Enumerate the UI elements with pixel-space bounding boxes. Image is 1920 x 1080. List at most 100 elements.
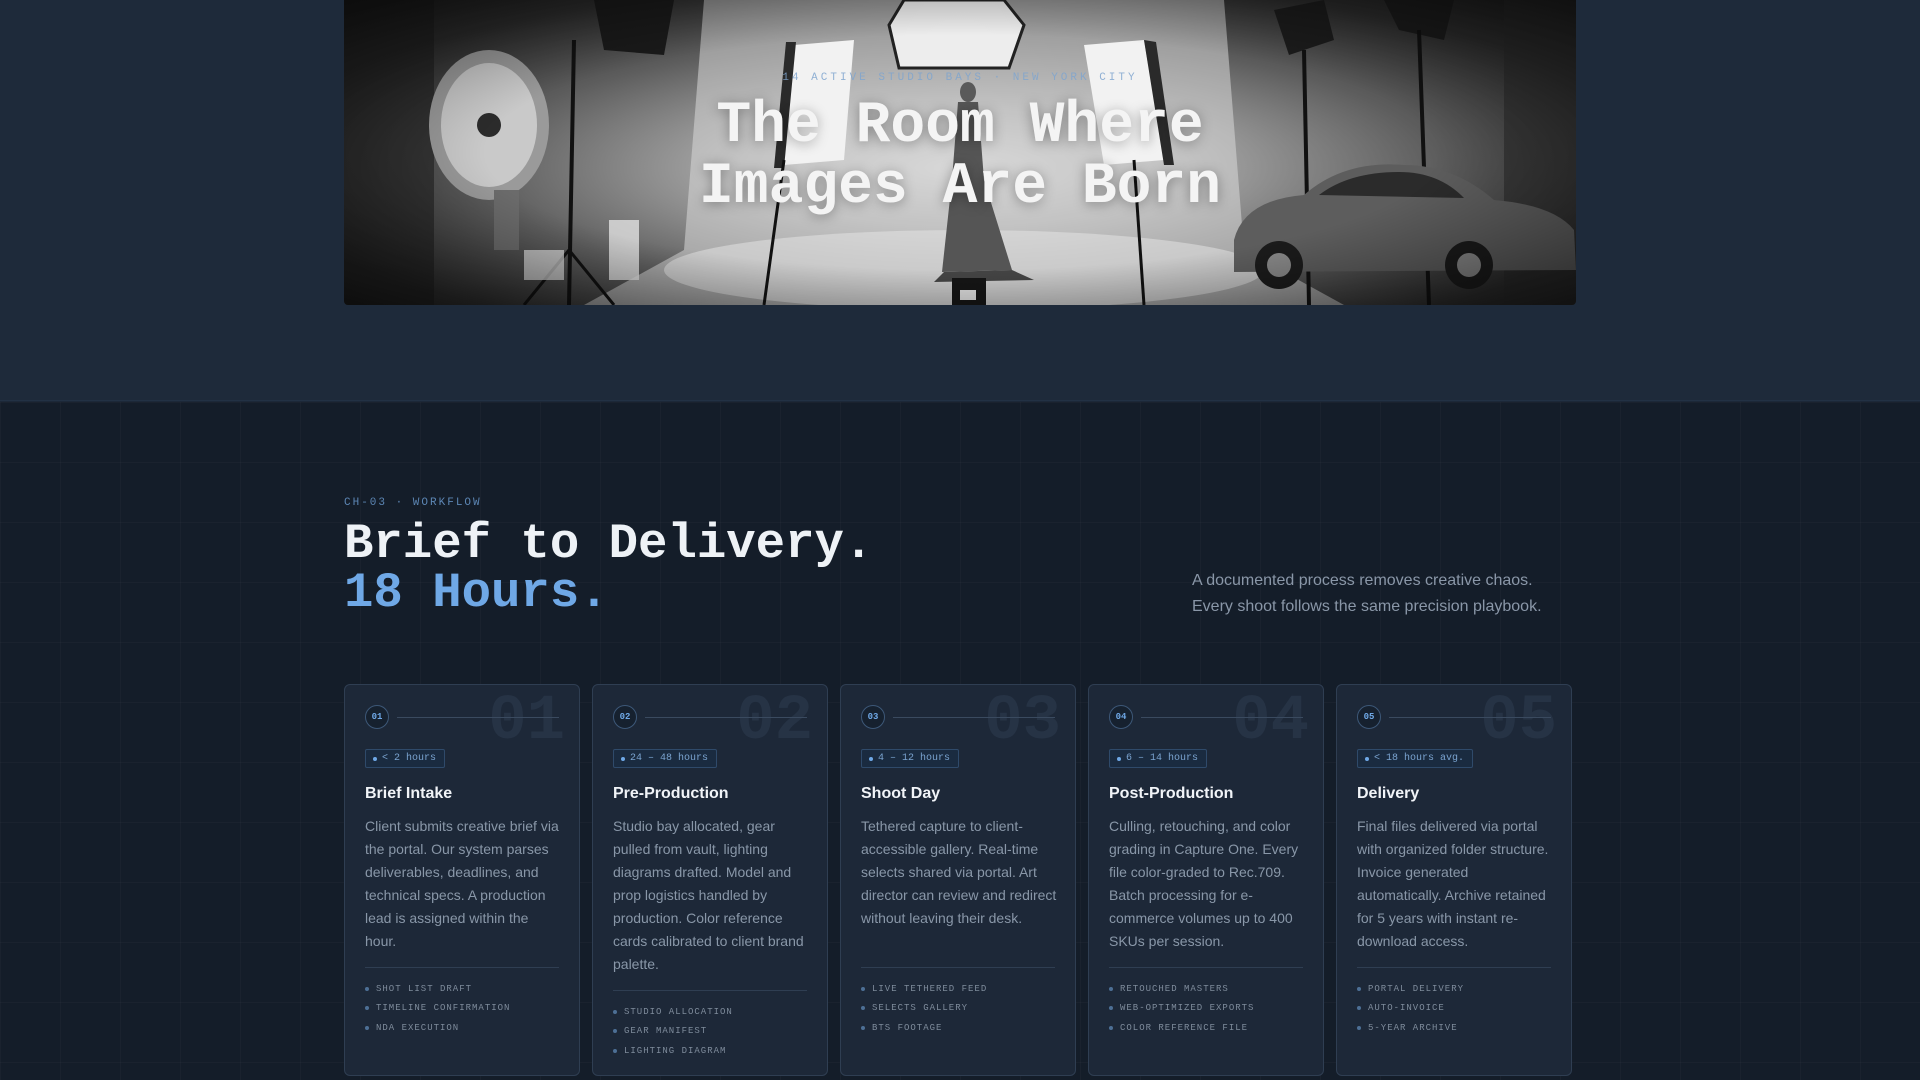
step-card-post-production: 04 04 6 – 14 hours Post-Production Culli…	[1088, 684, 1324, 1076]
list-item-label: WEB-OPTIMIZED EXPORTS	[1120, 1003, 1255, 1014]
list-item: PORTAL DELIVERY	[1357, 979, 1561, 999]
hero-title-line-1: The Room Where	[716, 94, 1204, 159]
list-item: BTS FOOTAGE	[861, 1018, 1065, 1038]
workflow-steps: 01 01 < 2 hours Brief Intake Client subm…	[344, 684, 1576, 1076]
section-kicker: CH-03 · WORKFLOW	[344, 497, 482, 509]
deliverables-list: SHOT LIST DRAFT TIMELINE CONFIRMATION ND…	[365, 979, 569, 1038]
list-item-label: GEAR MANIFEST	[624, 1026, 708, 1037]
hero-band: 14 ACTIVE STUDIO BAYS · NEW YORK CITY Th…	[0, 0, 1920, 401]
hero-title-line-2: Images Are Born	[698, 155, 1222, 220]
card-divider	[613, 990, 807, 991]
step-header: 05	[1357, 705, 1551, 729]
list-item: STUDIO ALLOCATION	[613, 1002, 817, 1022]
hero-kicker: 14 ACTIVE STUDIO BAYS · NEW YORK CITY	[782, 72, 1138, 84]
card-divider	[1357, 967, 1551, 968]
bullet-icon	[613, 1048, 617, 1053]
headline-line-1: Brief to Delivery.	[344, 516, 874, 572]
step-title: Shoot Day	[861, 785, 941, 802]
step-number-badge: 05	[1357, 705, 1381, 729]
list-item-label: SHOT LIST DRAFT	[376, 983, 473, 994]
list-item-label: STUDIO ALLOCATION	[624, 1006, 733, 1017]
list-item-label: LIGHTING DIAGRAM	[624, 1045, 727, 1056]
dot-icon	[621, 756, 625, 761]
list-item-label: NDA EXECUTION	[376, 1022, 460, 1033]
list-item: SHOT LIST DRAFT	[365, 979, 569, 999]
bullet-icon	[1357, 986, 1361, 991]
card-divider	[1109, 967, 1303, 968]
dot-icon	[869, 756, 873, 761]
step-connector-line	[893, 716, 1055, 718]
bullet-icon	[1109, 1006, 1113, 1011]
list-item-label: COLOR REFERENCE FILE	[1120, 1022, 1249, 1033]
list-item: WEB-OPTIMIZED EXPORTS	[1109, 999, 1313, 1019]
list-item: AUTO-INVOICE	[1357, 999, 1561, 1019]
dot-icon	[373, 756, 377, 761]
step-connector-line	[1389, 716, 1551, 718]
duration-label: 6 – 14 hours	[1126, 753, 1199, 764]
step-card-pre-production: 02 02 24 – 48 hours Pre-Production Studi…	[592, 684, 828, 1076]
step-number-badge: 01	[365, 705, 389, 729]
step-header: 02	[613, 705, 807, 729]
step-title: Pre-Production	[613, 785, 729, 802]
duration-label: 24 – 48 hours	[630, 753, 709, 764]
step-connector-line	[645, 716, 807, 718]
step-description: Final files delivered via portal with or…	[1357, 818, 1549, 949]
bullet-icon	[861, 1025, 865, 1030]
list-item: COLOR REFERENCE FILE	[1109, 1018, 1313, 1038]
bullet-icon	[861, 986, 865, 991]
step-title: Brief Intake	[365, 785, 453, 802]
dot-icon	[1365, 756, 1369, 761]
step-description: Client submits creative brief via the po…	[365, 818, 559, 949]
bullet-icon	[613, 1029, 617, 1034]
list-item: 5-YEAR ARCHIVE	[1357, 1018, 1561, 1038]
hero-title: The Room Where Images Are Born	[344, 96, 1576, 218]
step-description: Tethered capture to client-accessible ga…	[861, 818, 1057, 926]
deliverables-list: STUDIO ALLOCATION GEAR MANIFEST LIGHTING…	[613, 1002, 817, 1061]
list-item: NDA EXECUTION	[365, 1018, 569, 1038]
list-item-label: BTS FOOTAGE	[872, 1022, 943, 1033]
step-header: 04	[1109, 705, 1303, 729]
bullet-icon	[613, 1009, 617, 1014]
duration-label: < 2 hours	[382, 753, 437, 764]
step-card-delivery: 05 05 < 18 hours avg. Delivery Final fil…	[1336, 684, 1572, 1076]
step-header: 03	[861, 705, 1055, 729]
duration-badge: < 2 hours	[365, 749, 446, 768]
section-headline: Brief to Delivery. 18 Hours.	[344, 520, 873, 618]
list-item-label: RETOUCHED MASTERS	[1120, 983, 1229, 994]
step-number-badge: 04	[1109, 705, 1133, 729]
list-item: LIVE TETHERED FEED	[861, 979, 1065, 999]
step-card-brief-intake: 01 01 < 2 hours Brief Intake Client subm…	[344, 684, 580, 1076]
hero-image: 14 ACTIVE STUDIO BAYS · NEW YORK CITY Th…	[344, 0, 1576, 305]
bullet-icon	[861, 1006, 865, 1011]
list-item-label: PORTAL DELIVERY	[1368, 983, 1465, 994]
list-item: TIMELINE CONFIRMATION	[365, 999, 569, 1019]
bullet-icon	[1357, 1006, 1361, 1011]
bullet-icon	[1357, 1025, 1361, 1030]
list-item-label: AUTO-INVOICE	[1368, 1003, 1445, 1014]
card-divider	[365, 967, 559, 968]
headline-line-2: 18 Hours.	[344, 565, 609, 621]
step-number-badge: 03	[861, 705, 885, 729]
list-item-label: TIMELINE CONFIRMATION	[376, 1003, 511, 1014]
deliverables-list: RETOUCHED MASTERS WEB-OPTIMIZED EXPORTS …	[1109, 979, 1313, 1038]
duration-badge: 4 – 12 hours	[861, 749, 960, 768]
step-card-shoot-day: 03 03 4 – 12 hours Shoot Day Tethered ca…	[840, 684, 1076, 1076]
duration-badge: 6 – 14 hours	[1109, 749, 1208, 768]
step-header: 01	[365, 705, 559, 729]
bullet-icon	[365, 1025, 369, 1030]
list-item: LIGHTING DIAGRAM	[613, 1041, 817, 1061]
step-description: Studio bay allocated, gear pulled from v…	[613, 818, 804, 972]
bullet-icon	[1109, 986, 1113, 991]
list-item-label: LIVE TETHERED FEED	[872, 983, 988, 994]
dot-icon	[1117, 756, 1121, 761]
deliverables-list: PORTAL DELIVERY AUTO-INVOICE 5-YEAR ARCH…	[1357, 979, 1561, 1038]
bullet-icon	[365, 986, 369, 991]
deliverables-list: LIVE TETHERED FEED SELECTS GALLERY BTS F…	[861, 979, 1065, 1038]
card-divider	[861, 967, 1055, 968]
step-title: Delivery	[1357, 785, 1420, 802]
step-connector-line	[397, 716, 559, 718]
step-number-badge: 02	[613, 705, 637, 729]
step-title: Post-Production	[1109, 785, 1234, 802]
duration-label: < 18 hours avg.	[1374, 753, 1465, 764]
list-item: GEAR MANIFEST	[613, 1022, 817, 1042]
